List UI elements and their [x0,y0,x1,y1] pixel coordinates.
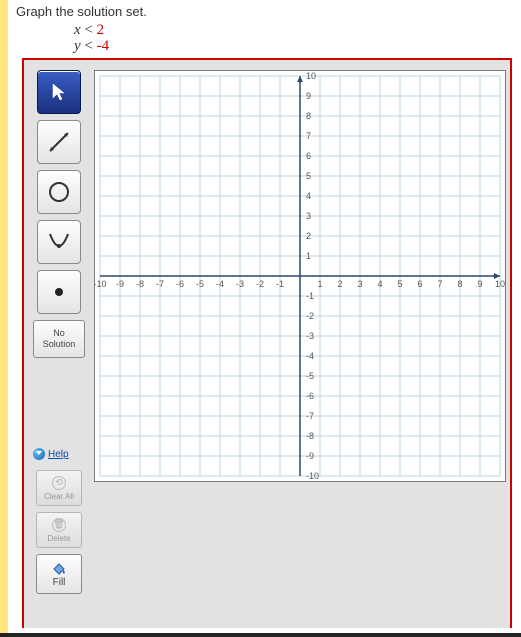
parabola-tool-button[interactable] [37,220,81,264]
svg-text:2: 2 [306,231,311,241]
svg-text:-3: -3 [306,331,314,341]
fill-button[interactable]: Fill [36,554,82,594]
svg-text:8: 8 [306,111,311,121]
svg-text:4: 4 [306,191,311,201]
parabola-icon [45,228,73,256]
fill-icon [51,561,67,575]
clear-icon: ⟲ [52,476,66,490]
svg-text:-1: -1 [276,279,284,289]
point-tool-button[interactable] [37,270,81,314]
help-icon [33,448,45,460]
bottom-bar [0,633,521,637]
svg-text:7: 7 [437,279,442,289]
svg-text:1: 1 [306,251,311,261]
inequality-2: y < -4 [74,38,109,55]
pointer-tool-button[interactable] [37,70,81,114]
help-button[interactable]: Help [33,444,85,464]
svg-text:2: 2 [337,279,342,289]
circle-icon [45,178,73,206]
svg-text:9: 9 [477,279,482,289]
svg-text:1: 1 [317,279,322,289]
svg-text:6: 6 [417,279,422,289]
coordinate-grid[interactable]: -10-9-8-7-6-5-4-3-2-112345678910-10-9-8-… [94,70,506,482]
svg-text:-2: -2 [256,279,264,289]
circle-tool-button[interactable] [37,170,81,214]
delete-button[interactable]: 🗑 Delete [36,512,82,548]
svg-text:-5: -5 [306,371,314,381]
trash-icon: 🗑 [52,518,66,532]
svg-text:-10: -10 [306,471,319,481]
svg-text:3: 3 [306,211,311,221]
svg-text:-10: -10 [95,279,107,289]
svg-text:-9: -9 [306,451,314,461]
svg-text:-9: -9 [116,279,124,289]
svg-text:3: 3 [357,279,362,289]
svg-text:-8: -8 [136,279,144,289]
svg-text:-3: -3 [236,279,244,289]
no-solution-button[interactable]: NoSolution [33,320,85,358]
line-icon [45,128,73,156]
svg-text:-7: -7 [306,411,314,421]
svg-text:-7: -7 [156,279,164,289]
inequality-1: x < 2 [74,22,104,39]
question-prompt: Graph the solution set. [16,4,147,19]
svg-text:-6: -6 [176,279,184,289]
line-tool-button[interactable] [37,120,81,164]
svg-text:-5: -5 [196,279,204,289]
svg-text:5: 5 [397,279,402,289]
svg-text:-4: -4 [306,351,314,361]
left-stripe [0,0,8,637]
svg-text:-8: -8 [306,431,314,441]
svg-text:6: 6 [306,151,311,161]
svg-text:4: 4 [377,279,382,289]
work-area-frame: NoSolution Help ⟲ Clear All 🗑 Delete Fil… [22,58,512,628]
pointer-icon [49,82,69,102]
svg-text:-1: -1 [306,291,314,301]
svg-text:-2: -2 [306,311,314,321]
svg-text:-4: -4 [216,279,224,289]
svg-text:10: 10 [495,279,505,289]
clear-all-button[interactable]: ⟲ Clear All [36,470,82,506]
svg-text:9: 9 [306,91,311,101]
svg-text:10: 10 [306,71,316,81]
svg-text:8: 8 [457,279,462,289]
svg-text:5: 5 [306,171,311,181]
tool-column: NoSolution Help ⟲ Clear All 🗑 Delete Fil… [30,70,88,594]
point-icon [49,282,69,302]
svg-text:7: 7 [306,131,311,141]
svg-text:-6: -6 [306,391,314,401]
